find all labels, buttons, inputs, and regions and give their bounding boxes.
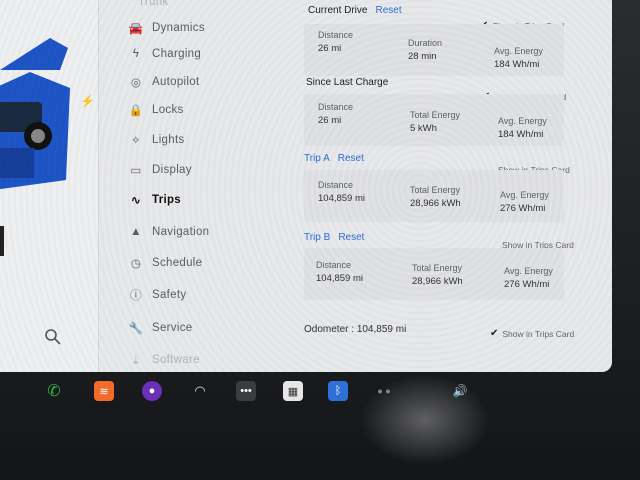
trip-b-title: Trip B Reset bbox=[304, 232, 365, 243]
charging-bolt-icon: ⚡ bbox=[80, 94, 95, 108]
dock-dots-icon: ● ● bbox=[377, 386, 391, 396]
menu-item-display[interactable]: ▭ Display bbox=[128, 162, 192, 178]
audio-icon[interactable]: ≋ bbox=[94, 381, 114, 401]
since-charge-avg-energy: Avg. Energy 184 Wh/mi bbox=[498, 116, 547, 140]
display-icon: ▭ bbox=[130, 165, 142, 177]
calendar-icon[interactable]: ▦ bbox=[283, 381, 303, 401]
trip-a-reset-button[interactable]: Reset bbox=[338, 153, 364, 164]
car-icon[interactable] bbox=[0, 30, 80, 200]
safety-icon: ⓘ bbox=[130, 290, 142, 302]
odometer: Odometer : 104,859 mi bbox=[304, 324, 407, 335]
phone-icon[interactable]: ✆ bbox=[44, 381, 64, 401]
checkmark-icon: ✔ bbox=[490, 328, 499, 339]
menu-item-autopilot[interactable]: ◎ Autopilot bbox=[128, 74, 199, 90]
more-icon[interactable]: ••• bbox=[236, 381, 256, 401]
current-avg-energy: Avg. Energy 184 Wh/mi bbox=[494, 46, 543, 70]
wrench-icon: 🔧 bbox=[128, 323, 144, 335]
menu-item-navigation[interactable]: ▲ Navigation bbox=[128, 224, 209, 240]
menu-item-locks[interactable]: 🔒 Locks bbox=[128, 102, 184, 118]
download-icon: ⇣ bbox=[131, 355, 141, 367]
search-icon[interactable] bbox=[44, 328, 62, 346]
current-drive-reset-button[interactable]: Reset bbox=[375, 5, 401, 16]
light-bulb-icon: ✧ bbox=[131, 135, 141, 147]
volume-icon[interactable]: 🔊 bbox=[450, 381, 470, 401]
current-drive-title: Current Drive Reset bbox=[308, 5, 402, 16]
since-charge-total-energy: Total Energy 5 kWh bbox=[410, 110, 461, 134]
menu-item-lights[interactable]: ✧ Lights bbox=[128, 132, 185, 148]
clock-icon: ◷ bbox=[130, 258, 142, 270]
current-distance: Distance 26 mi bbox=[318, 30, 354, 54]
menu-item-safety[interactable]: ⓘ Safety bbox=[128, 287, 186, 303]
camera-icon[interactable]: ● bbox=[142, 381, 162, 401]
steering-wheel-icon: ◎ bbox=[130, 77, 142, 89]
trip-a-distance: Distance 104,859 mi bbox=[318, 180, 366, 204]
menu-item-service[interactable]: 🔧 Service bbox=[128, 320, 192, 336]
touchscreen: ⚡ Trunk 🚘 Dynamics ϟ Charging ◎ Autopilo… bbox=[0, 0, 612, 372]
trip-a-title: Trip A Reset bbox=[304, 153, 364, 164]
menu-item-trunk[interactable]: Trunk bbox=[138, 0, 168, 8]
trip-b-reset-button[interactable]: Reset bbox=[338, 232, 364, 243]
trip-a-avg-energy: Avg. Energy 276 Wh/mi bbox=[500, 190, 549, 214]
menu-item-trips[interactable]: ∿ Trips bbox=[128, 192, 181, 208]
trip-a-total-energy: Total Energy 28,966 kWh bbox=[410, 185, 461, 209]
bluetooth-icon[interactable]: ᛒ bbox=[328, 381, 348, 401]
since-charge-distance: Distance 26 mi bbox=[318, 102, 354, 126]
panel-edge bbox=[0, 226, 4, 256]
current-duration: Duration 28 min bbox=[408, 38, 443, 62]
trip-b-distance: Distance 104,859 mi bbox=[316, 260, 364, 284]
trips-content: Current DriveReset ✔Show in Trips Card D… bbox=[298, 0, 612, 372]
lock-icon: 🔒 bbox=[128, 105, 144, 117]
app-dock bbox=[0, 372, 612, 420]
charging-bolt-icon: ϟ bbox=[132, 48, 140, 60]
odometer-show-checkbox[interactable]: ✔ Show in Trips Card bbox=[490, 328, 574, 339]
menu-item-charging[interactable]: ϟ Charging bbox=[128, 46, 201, 62]
navigation-arrow-icon: ▲ bbox=[130, 226, 142, 238]
trip-b-total-energy: Total Energy 28,966 kWh bbox=[412, 263, 463, 287]
car-dynamics-icon: 🚘 bbox=[128, 23, 144, 35]
menu-item-dynamics[interactable]: 🚘 Dynamics bbox=[128, 20, 205, 36]
since-charge-title: Since Last Charge bbox=[306, 77, 389, 88]
settings-menu: Trunk 🚘 Dynamics ϟ Charging ◎ Autopilot … bbox=[98, 0, 298, 372]
trips-icon: ∿ bbox=[131, 195, 141, 207]
menu-item-schedule[interactable]: ◷ Schedule bbox=[128, 255, 202, 271]
trip-b-avg-energy: Avg. Energy 276 Wh/mi bbox=[504, 266, 553, 290]
car-visual-panel: ⚡ bbox=[0, 0, 99, 372]
menu-item-software[interactable]: ⇣ Software bbox=[128, 352, 200, 368]
wiper-icon[interactable]: ◠ bbox=[190, 381, 210, 401]
